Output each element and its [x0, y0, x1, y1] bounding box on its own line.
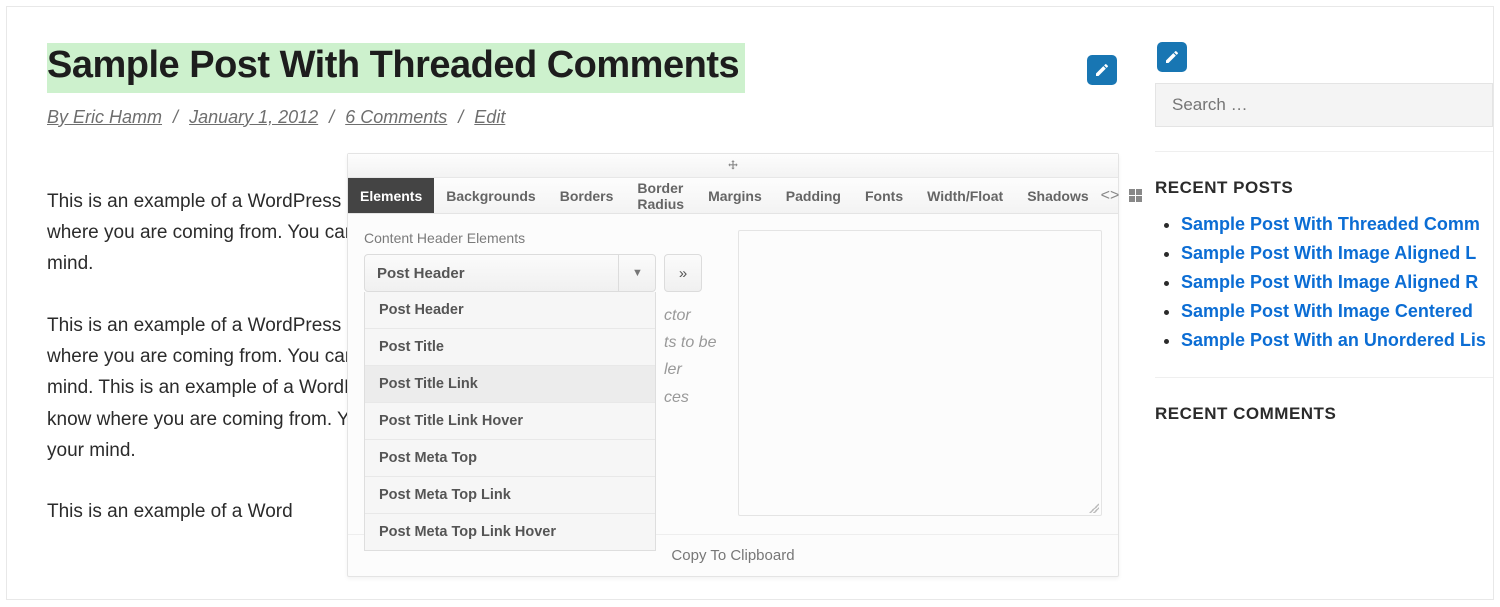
tab-border-radius[interactable]: Border Radius — [625, 178, 696, 213]
recent-post-link[interactable]: Sample Post With Image Centered — [1181, 301, 1473, 321]
panel-drag-handle[interactable] — [348, 154, 1118, 178]
list-item: Sample Post With Image Centered — [1181, 301, 1493, 322]
recent-post-link[interactable]: Sample Post With Threaded Comm — [1181, 214, 1480, 234]
post-meta: By Eric Hamm / January 1, 2012 / 6 Comme… — [47, 107, 1105, 128]
tab-elements[interactable]: Elements — [348, 178, 434, 213]
select-options: Post Header Post Title Post Title Link P… — [364, 292, 656, 551]
recent-posts-section: RECENT POSTS Sample Post With Threaded C… — [1155, 151, 1493, 377]
tab-fonts[interactable]: Fonts — [853, 178, 915, 213]
chevron-down-icon: ▼ — [618, 254, 656, 292]
hint-fragment: ler — [664, 356, 744, 383]
recent-post-link[interactable]: Sample Post With Image Aligned R — [1181, 272, 1478, 292]
panel-body: Content Header Elements Post Header ▼ Po… — [348, 214, 1118, 535]
pencil-icon — [1094, 62, 1110, 78]
tab-width-float[interactable]: Width/Float — [915, 178, 1015, 213]
option-post-header[interactable]: Post Header — [365, 292, 655, 329]
option-post-meta-top-link-hover[interactable]: Post Meta Top Link Hover — [365, 514, 655, 550]
design-panel: Elements Backgrounds Borders Border Radi… — [347, 153, 1119, 577]
element-select[interactable]: Post Header ▼ Post Header Post Title Pos… — [364, 254, 656, 292]
hint-fragment: ctor — [664, 302, 744, 329]
tab-shadows[interactable]: Shadows — [1015, 178, 1100, 213]
select-navigate-button[interactable]: » — [664, 254, 702, 292]
preview-area[interactable] — [738, 230, 1102, 516]
tab-borders[interactable]: Borders — [548, 178, 626, 213]
post-edit-link[interactable]: Edit — [474, 107, 505, 127]
tab-margins[interactable]: Margins — [696, 178, 774, 213]
hint-fragment: ts to be — [664, 329, 744, 356]
hint-text-fragments: ctor ts to be ler ces — [664, 302, 744, 411]
move-icon — [726, 159, 740, 173]
option-post-title[interactable]: Post Title — [365, 329, 655, 366]
edit-post-button[interactable] — [1087, 55, 1117, 85]
post-author-link[interactable]: By Eric Hamm — [47, 107, 162, 127]
list-item: Sample Post With an Unordered Lis — [1181, 330, 1493, 351]
elements-label: Content Header Elements — [364, 230, 724, 246]
sidebar: RECENT POSTS Sample Post With Threaded C… — [1145, 7, 1493, 599]
tab-padding[interactable]: Padding — [774, 178, 853, 213]
option-post-title-link[interactable]: Post Title Link — [365, 366, 655, 403]
pencil-icon — [1164, 49, 1180, 65]
post-title: Sample Post With Threaded Comments — [47, 43, 739, 89]
option-post-title-link-hover[interactable]: Post Title Link Hover — [365, 403, 655, 440]
recent-posts-heading: RECENT POSTS — [1155, 178, 1493, 198]
list-item: Sample Post With Image Aligned L — [1181, 243, 1493, 264]
panel-left-column: Content Header Elements Post Header ▼ Po… — [364, 230, 724, 516]
option-post-meta-top-link[interactable]: Post Meta Top Link — [365, 477, 655, 514]
hint-fragment: ces — [664, 384, 744, 411]
select-value: Post Header — [364, 254, 656, 292]
list-item: Sample Post With Threaded Comm — [1181, 214, 1493, 235]
post-comments-link[interactable]: 6 Comments — [345, 107, 447, 127]
page-container: Sample Post With Threaded Comments By Er… — [6, 6, 1494, 600]
recent-post-link[interactable]: Sample Post With an Unordered Lis — [1181, 330, 1486, 350]
search-input[interactable] — [1155, 83, 1493, 127]
panel-tools: <> — [1101, 178, 1153, 213]
recent-post-link[interactable]: Sample Post With Image Aligned L — [1181, 243, 1476, 263]
grid-icon[interactable] — [1129, 189, 1142, 202]
tab-backgrounds[interactable]: Backgrounds — [434, 178, 547, 213]
recent-comments-heading: RECENT COMMENTS — [1155, 404, 1493, 424]
sidebar-search-block — [1155, 43, 1493, 127]
post-title-highlight: Sample Post With Threaded Comments — [47, 43, 745, 93]
panel-tabs: Elements Backgrounds Borders Border Radi… — [348, 178, 1118, 214]
option-post-meta-top[interactable]: Post Meta Top — [365, 440, 655, 477]
recent-posts-list: Sample Post With Threaded Comm Sample Po… — [1155, 214, 1493, 351]
code-icon[interactable]: <> — [1101, 187, 1120, 205]
recent-comments-section: RECENT COMMENTS — [1155, 377, 1493, 458]
edit-widget-button[interactable] — [1157, 42, 1187, 72]
post-date-link[interactable]: January 1, 2012 — [189, 107, 318, 127]
list-item: Sample Post With Image Aligned R — [1181, 272, 1493, 293]
resize-handle-icon[interactable] — [1089, 503, 1099, 513]
